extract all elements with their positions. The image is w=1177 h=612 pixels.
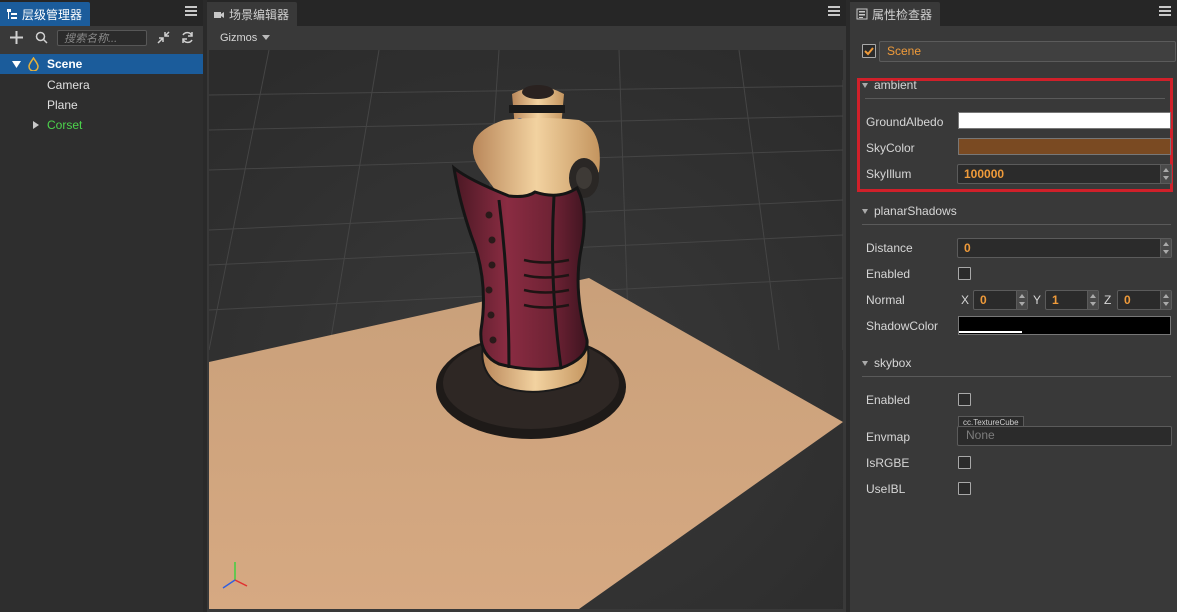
section-toggle-icon — [862, 209, 868, 215]
distance-value: 0 — [964, 241, 971, 255]
inspector-icon — [856, 8, 868, 20]
collapsed-arrow-icon[interactable] — [33, 121, 39, 129]
scene-editor-icon — [213, 8, 225, 20]
section-title: skybox — [874, 356, 912, 370]
section-planar-shadows[interactable]: planarShadows — [862, 201, 1171, 221]
tab-inspector[interactable]: 属性检查器 — [850, 2, 941, 26]
shadows-enabled-checkbox[interactable] — [958, 267, 971, 280]
useibl-checkbox[interactable] — [958, 482, 971, 495]
envmap-value: None — [966, 428, 995, 442]
section-divider — [862, 376, 1171, 377]
distance-label: Distance — [866, 241, 913, 255]
section-skybox[interactable]: skybox — [862, 353, 1171, 373]
sky-illum-stepper[interactable] — [1160, 165, 1171, 183]
sky-illum-value: 100000 — [964, 167, 1005, 181]
shadow-color-swatch[interactable] — [958, 316, 1171, 335]
section-ambient[interactable]: ambient — [862, 75, 1171, 95]
normal-x-input[interactable]: 0 — [973, 290, 1028, 310]
tab-scene-editor[interactable]: 场景编辑器 — [207, 2, 298, 26]
shadow-color-label: ShadowColor — [866, 319, 939, 333]
collapse-all-icon[interactable] — [157, 31, 170, 44]
scene-render — [209, 50, 843, 609]
inspector-tabbar: 属性检查器 — [850, 0, 1177, 26]
section-toggle-icon — [862, 361, 868, 367]
isrgbe-checkbox[interactable] — [958, 456, 971, 469]
inspector-panel: 属性检查器 Scene ambient GroundAlbedo SkyColo… — [850, 0, 1177, 612]
envmap-asset-field[interactable]: None — [957, 426, 1172, 446]
hierarchy-tabbar: 层级管理器 — [0, 0, 203, 26]
section-divider — [862, 224, 1171, 225]
tab-inspector-label: 属性检查器 — [872, 7, 933, 22]
section-divider — [865, 98, 1165, 99]
normal-vector: X 0 Y 1 Z 0 — [957, 290, 1172, 310]
distance-stepper[interactable] — [1160, 239, 1171, 257]
scene-menu-icon[interactable] — [828, 6, 840, 18]
tree-item-plane[interactable]: Plane — [0, 95, 203, 115]
gizmos-dropdown[interactable]: Gizmos — [220, 30, 271, 46]
scene-icon — [28, 57, 39, 71]
useibl-label: UseIBL — [866, 482, 906, 496]
gizmos-label: Gizmos — [220, 32, 258, 44]
normal-label: Normal — [866, 293, 905, 307]
refresh-icon[interactable] — [181, 31, 194, 44]
hierarchy-icon — [6, 8, 18, 20]
scene-toolbar: Gizmos — [207, 26, 846, 50]
section-title: planarShadows — [874, 204, 957, 218]
node-name-field[interactable]: Scene — [879, 41, 1176, 62]
tab-hierarchy-label: 层级管理器 — [22, 7, 83, 22]
isrgbe-label: IsRGBE — [866, 456, 910, 470]
tree-item-label: Camera — [47, 78, 90, 92]
tree-item-label: Scene — [47, 57, 83, 71]
node-active-checkbox[interactable] — [862, 44, 876, 58]
distance-input[interactable]: 0 — [957, 238, 1172, 258]
tree-item-camera[interactable]: Camera — [0, 75, 203, 95]
normal-y-stepper[interactable] — [1087, 291, 1098, 309]
scene-editor-panel: 场景编辑器 Gizmos — [207, 0, 846, 612]
section-toggle-icon — [862, 83, 868, 89]
sky-color-swatch[interactable] — [958, 138, 1171, 155]
choker — [509, 105, 565, 113]
inspector-menu-icon[interactable] — [1159, 6, 1171, 18]
hierarchy-menu-icon[interactable] — [185, 6, 197, 18]
sky-illum-label: SkyIllum — [866, 167, 912, 181]
scene-tabbar: 场景编辑器 — [207, 0, 846, 26]
normal-z-input[interactable]: 0 — [1117, 290, 1172, 310]
checkmark-icon — [864, 47, 874, 56]
sky-illum-input[interactable]: 100000 — [957, 164, 1172, 184]
section-title: ambient — [874, 78, 917, 92]
tree-item-corset[interactable]: Corset — [0, 115, 203, 135]
search-input[interactable]: 搜索名称... — [57, 30, 147, 46]
normal-y-value: 1 — [1052, 293, 1059, 307]
normal-z-label: Z — [1104, 293, 1112, 307]
node-name-value: Scene — [887, 44, 922, 58]
chevron-down-icon — [262, 35, 271, 40]
scene-viewport[interactable] — [209, 50, 843, 609]
normal-y-label: Y — [1033, 293, 1042, 307]
sky-color-label: SkyColor — [866, 141, 915, 155]
tab-hierarchy[interactable]: 层级管理器 — [0, 2, 91, 26]
envmap-label: Envmap — [866, 430, 911, 444]
normal-z-value: 0 — [1124, 293, 1131, 307]
tab-scene-editor-label: 场景编辑器 — [229, 7, 290, 22]
normal-x-value: 0 — [980, 293, 987, 307]
add-icon[interactable] — [10, 31, 23, 44]
ground-albedo-label: GroundAlbedo — [866, 115, 944, 129]
normal-z-stepper[interactable] — [1160, 291, 1171, 309]
tree-item-scene[interactable]: Scene — [0, 54, 203, 74]
tree-item-label: Corset — [47, 118, 83, 132]
skybox-enabled-checkbox[interactable] — [958, 393, 971, 406]
normal-x-stepper[interactable] — [1016, 291, 1027, 309]
normal-y-input[interactable]: 1 — [1045, 290, 1099, 310]
expand-arrow-icon[interactable] — [12, 61, 21, 68]
node-tree: Scene Camera Plane Corset — [0, 54, 203, 612]
skybox-enabled-label: Enabled — [866, 393, 911, 407]
tree-item-label: Plane — [47, 98, 78, 112]
shadows-enabled-label: Enabled — [866, 267, 911, 281]
hierarchy-panel: 层级管理器 搜索名称... Scene Camera Plane Corset — [0, 0, 203, 612]
normal-x-label: X — [961, 293, 970, 307]
search-icon[interactable] — [35, 31, 48, 44]
ground-albedo-color-swatch[interactable] — [958, 112, 1171, 129]
